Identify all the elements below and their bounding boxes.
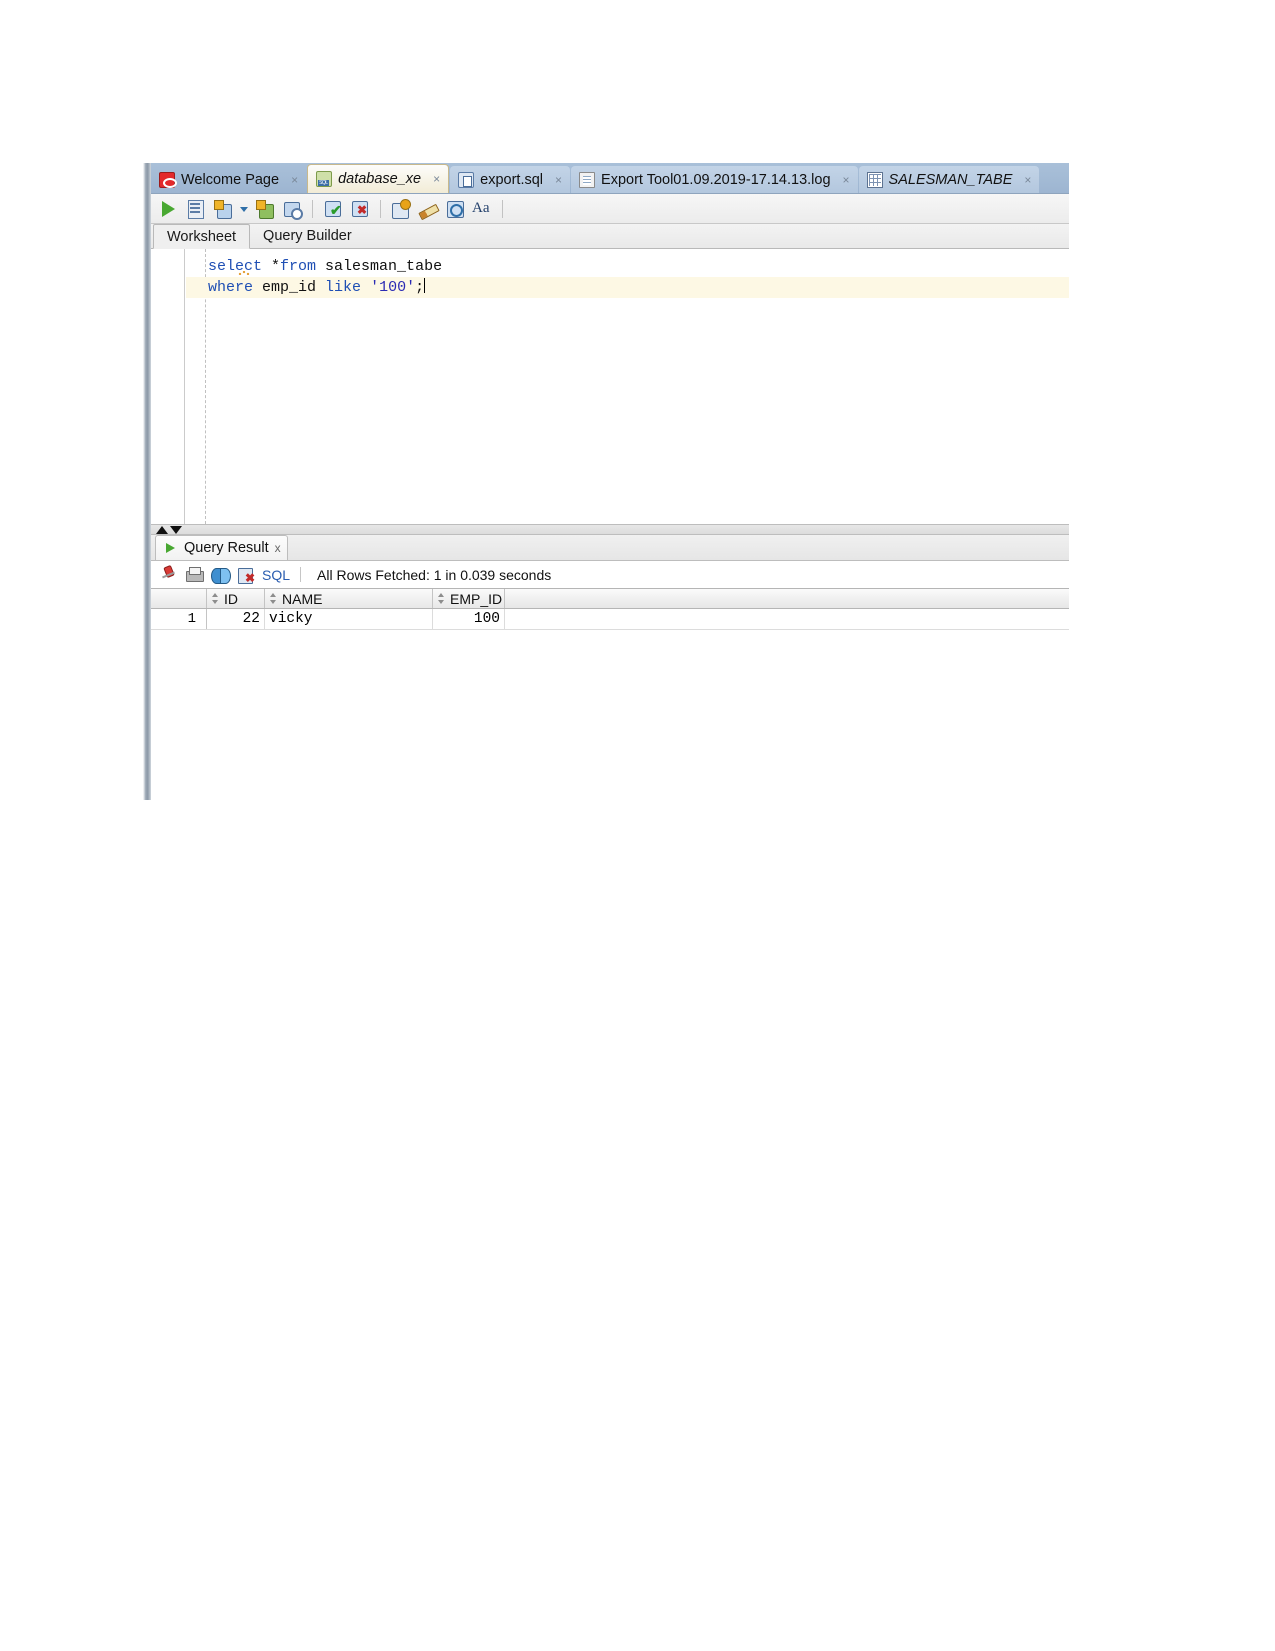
tab-label: export.sql [480,171,544,188]
spell-squiggle-icon [238,271,251,275]
editor-tab-bar: Welcome Page × database_xe × export.sql … [151,163,1069,194]
query-result-panel: Query Result x SQL All Rows Fetched: 1 i… [151,535,1069,800]
tab-close-icon[interactable]: × [1020,173,1035,187]
tab-label: SALESMAN_TABE [888,171,1013,188]
tab-salesman-tabe[interactable]: SALESMAN_TABE × [858,166,1040,193]
log-file-icon [579,171,596,188]
tab-query-builder[interactable]: Query Builder [250,224,365,248]
timing-icon[interactable] [443,197,467,221]
code-token: '100' [370,279,416,296]
rollback-icon[interactable] [348,197,372,221]
panel-splitter[interactable] [151,524,1069,535]
code-token: ; [415,279,425,296]
database-connection-icon [316,171,333,187]
grid-corner-header[interactable] [151,589,207,608]
tab-label: Worksheet [167,228,237,245]
column-header-label: NAME [282,590,323,607]
toolbar-separator [300,567,302,582]
tab-export-tool-log[interactable]: Export Tool01.09.2019-17.14.13.log × [571,166,858,193]
tab-worksheet[interactable]: Worksheet [153,224,251,249]
tab-close-icon[interactable]: × [551,173,566,187]
tab-database-xe[interactable]: database_xe × [307,164,450,193]
sort-indicator-icon[interactable] [210,592,221,606]
explain-plan-icon[interactable] [211,197,235,221]
pin-result-icon[interactable] [158,565,178,585]
fetch-all-rows-icon[interactable] [210,565,231,585]
toolbar-separator [380,199,381,218]
worksheet-toolbar [151,194,1069,224]
tab-query-result[interactable]: Query Result x [155,535,288,560]
tab-close-icon[interactable]: × [287,173,302,187]
code-token: from [280,258,317,275]
code-token: salesman_tabe [316,258,443,275]
cell-id[interactable]: 22 [207,609,265,629]
tab-label: Query Result [184,540,269,556]
print-icon[interactable] [184,565,204,585]
tab-label: Welcome Page [181,171,280,188]
text-caret [424,278,426,293]
editor-gutter [151,249,185,524]
code-token: like [325,279,362,296]
splitter-up-arrow-icon[interactable] [156,526,168,534]
run-statement-icon[interactable] [157,197,181,221]
oracle-icon [159,171,177,188]
cell-name[interactable]: vicky [265,609,433,629]
code-line-1[interactable]: select *from salesman_tabe [186,256,1069,277]
toolbar-separator [502,199,503,218]
chevron-down-icon[interactable] [238,197,250,221]
unshared-worksheet-icon[interactable] [389,197,413,221]
cancel-fetch-icon[interactable] [236,565,256,585]
fetch-status-text: All Rows Fetched: 1 in 0.039 seconds [317,566,552,583]
code-token: emp_id [253,279,326,296]
table-row[interactable]: 1 22 vicky 100 [151,609,1069,630]
autotrace-icon[interactable] [253,197,277,221]
sql-file-icon [458,171,475,188]
column-header-label: EMP_ID [450,590,503,607]
sql-history-icon[interactable] [280,197,304,221]
tab-label: Export Tool01.09.2019-17.14.13.log [601,171,831,188]
clear-worksheet-icon[interactable] [416,197,440,221]
column-header-label: ID [224,590,238,607]
toolbar-separator [312,199,313,218]
tab-close-icon[interactable]: × [839,173,854,187]
sort-indicator-icon[interactable] [268,592,279,606]
code-token: where [208,279,254,296]
code-token: * [271,258,281,275]
result-grid[interactable]: ID NAME EMP_ID 1 22 vicky 100 [151,588,1069,630]
sort-indicator-icon[interactable] [436,592,447,606]
tab-label: Query Builder [263,228,352,244]
font-size-icon[interactable] [470,197,494,221]
tab-label: database_xe [338,171,422,187]
result-tab-bar: Query Result x [151,535,1069,561]
sql-developer-window: Welcome Page × database_xe × export.sql … [143,163,1069,800]
cell-emp-id[interactable]: 100 [433,609,505,629]
green-play-icon [163,541,178,556]
tab-close-icon[interactable]: x [275,541,281,555]
commit-icon[interactable] [321,197,345,221]
column-header-name[interactable]: NAME [265,589,433,608]
tab-export-sql[interactable]: export.sql × [450,166,571,193]
result-grid-header: ID NAME EMP_ID [151,588,1069,609]
result-grid-background [151,630,1069,800]
editor-code-area[interactable]: select *from salesman_tabe where emp_id … [186,249,1069,524]
sql-link[interactable]: SQL [262,567,290,583]
run-script-icon[interactable] [184,197,208,221]
worksheet-subtabs: Worksheet Query Builder [151,224,1069,249]
column-header-id[interactable]: ID [207,589,265,608]
page-root: Welcome Page × database_xe × export.sql … [0,0,1275,1651]
sql-editor[interactable]: select *from salesman_tabe where emp_id … [151,249,1069,524]
window-left-rail [143,163,151,800]
result-toolbar: SQL All Rows Fetched: 1 in 0.039 seconds [151,561,1069,588]
column-header-emp-id[interactable]: EMP_ID [433,589,505,608]
tab-close-icon[interactable]: × [429,172,444,186]
row-number[interactable]: 1 [151,609,207,629]
table-grid-icon [866,171,883,188]
tab-welcome-page[interactable]: Welcome Page × [151,166,306,193]
splitter-down-arrow-icon[interactable] [170,526,182,534]
code-line-2[interactable]: where emp_id like '100'; [186,277,1069,298]
